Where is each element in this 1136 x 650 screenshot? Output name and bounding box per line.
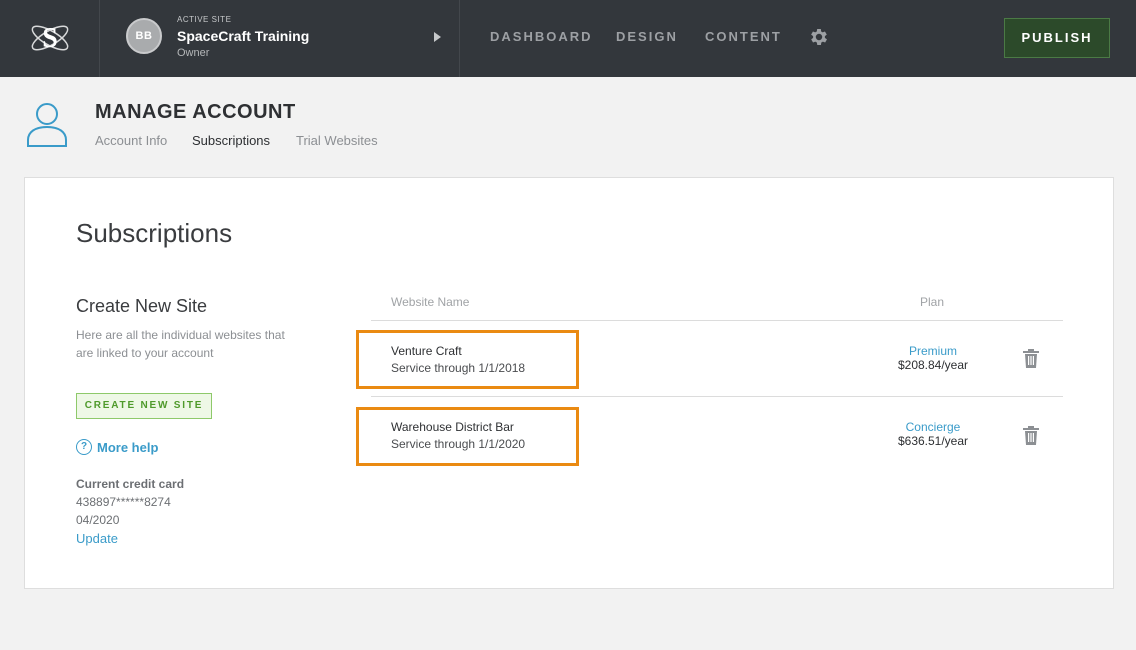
website-name: Venture Craft bbox=[391, 344, 462, 358]
nav-dashboard[interactable]: DASHBOARD bbox=[490, 29, 593, 44]
active-site-label: ACTIVE SITE bbox=[177, 15, 232, 24]
page-title: MANAGE ACCOUNT bbox=[95, 101, 296, 123]
more-help-link[interactable]: ? More help bbox=[76, 439, 158, 455]
divider bbox=[371, 396, 1063, 397]
column-header-plan: Plan bbox=[920, 295, 945, 309]
section-title: Subscriptions bbox=[76, 218, 233, 248]
service-date: Service through 1/1/2020 bbox=[391, 437, 526, 451]
website-name: Warehouse District Bar bbox=[391, 420, 514, 434]
nav-content[interactable]: CONTENT bbox=[705, 29, 782, 44]
create-site-title: Create New Site bbox=[76, 296, 208, 316]
tab-account-info[interactable]: Account Info bbox=[95, 133, 167, 148]
highlight-box bbox=[356, 330, 579, 389]
credit-card-expiry: 04/2020 bbox=[76, 513, 120, 527]
trash-icon[interactable] bbox=[1023, 426, 1039, 445]
credit-card-label: Current credit card bbox=[76, 477, 185, 491]
site-role: Owner bbox=[177, 47, 210, 59]
active-site-switcher[interactable]: BB ACTIVE SITE SpaceCraft Training Owner bbox=[100, 0, 460, 77]
play-icon bbox=[434, 32, 441, 42]
user-icon bbox=[27, 103, 67, 147]
create-new-site-button[interactable]: CREATE NEW SITE bbox=[76, 393, 212, 419]
help-icon: ? bbox=[76, 439, 92, 455]
credit-card-number: 438897******8274 bbox=[76, 495, 171, 509]
spacecraft-logo-icon: S bbox=[31, 23, 69, 54]
more-help-label: More help bbox=[97, 439, 159, 455]
plan-price: $208.84/year bbox=[897, 358, 969, 372]
column-header-website-name: Website Name bbox=[391, 295, 470, 309]
service-date: Service through 1/1/2018 bbox=[391, 361, 526, 375]
tab-subscriptions[interactable]: Subscriptions bbox=[192, 133, 270, 148]
trash-icon[interactable] bbox=[1023, 349, 1039, 368]
top-bar: S BB ACTIVE SITE SpaceCraft Training Own… bbox=[0, 0, 1136, 77]
avatar: BB bbox=[126, 18, 162, 54]
divider bbox=[371, 320, 1063, 321]
svg-text:S: S bbox=[42, 23, 58, 54]
publish-button[interactable]: PUBLISH bbox=[1004, 18, 1110, 58]
nav-design[interactable]: DESIGN bbox=[616, 29, 678, 44]
plan-link[interactable]: Concierge bbox=[883, 420, 983, 434]
tab-trial-websites[interactable]: Trial Websites bbox=[296, 133, 378, 148]
plan-link[interactable]: Premium bbox=[883, 344, 983, 358]
subscriptions-panel: Subscriptions Create New Site Here are a… bbox=[24, 177, 1114, 589]
create-site-description: Here are all the individual websites tha… bbox=[76, 328, 285, 360]
gear-icon[interactable] bbox=[808, 26, 830, 48]
spacecraft-logo[interactable]: S bbox=[0, 0, 100, 77]
update-card-link[interactable]: Update bbox=[76, 531, 118, 546]
plan-price: $636.51/year bbox=[897, 434, 969, 448]
site-name: SpaceCraft Training bbox=[177, 28, 310, 44]
